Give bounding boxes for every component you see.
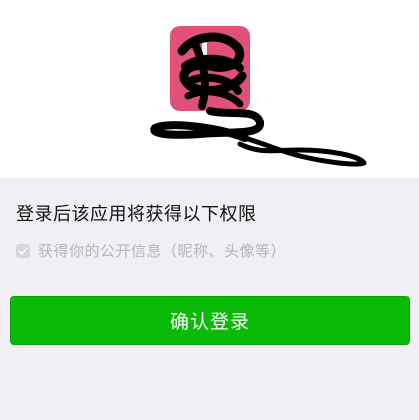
permissions-title: 登录后该应用将获得以下权限 xyxy=(16,204,257,225)
permission-item-label: 获得你的公开信息（昵称、头像等） xyxy=(38,242,287,260)
permission-item-public-info: 获得你的公开信息（昵称、头像等） xyxy=(16,240,286,261)
app-logo xyxy=(150,26,367,167)
check-icon xyxy=(16,243,30,258)
confirm-login-button[interactable]: 确认登录 xyxy=(10,296,410,345)
